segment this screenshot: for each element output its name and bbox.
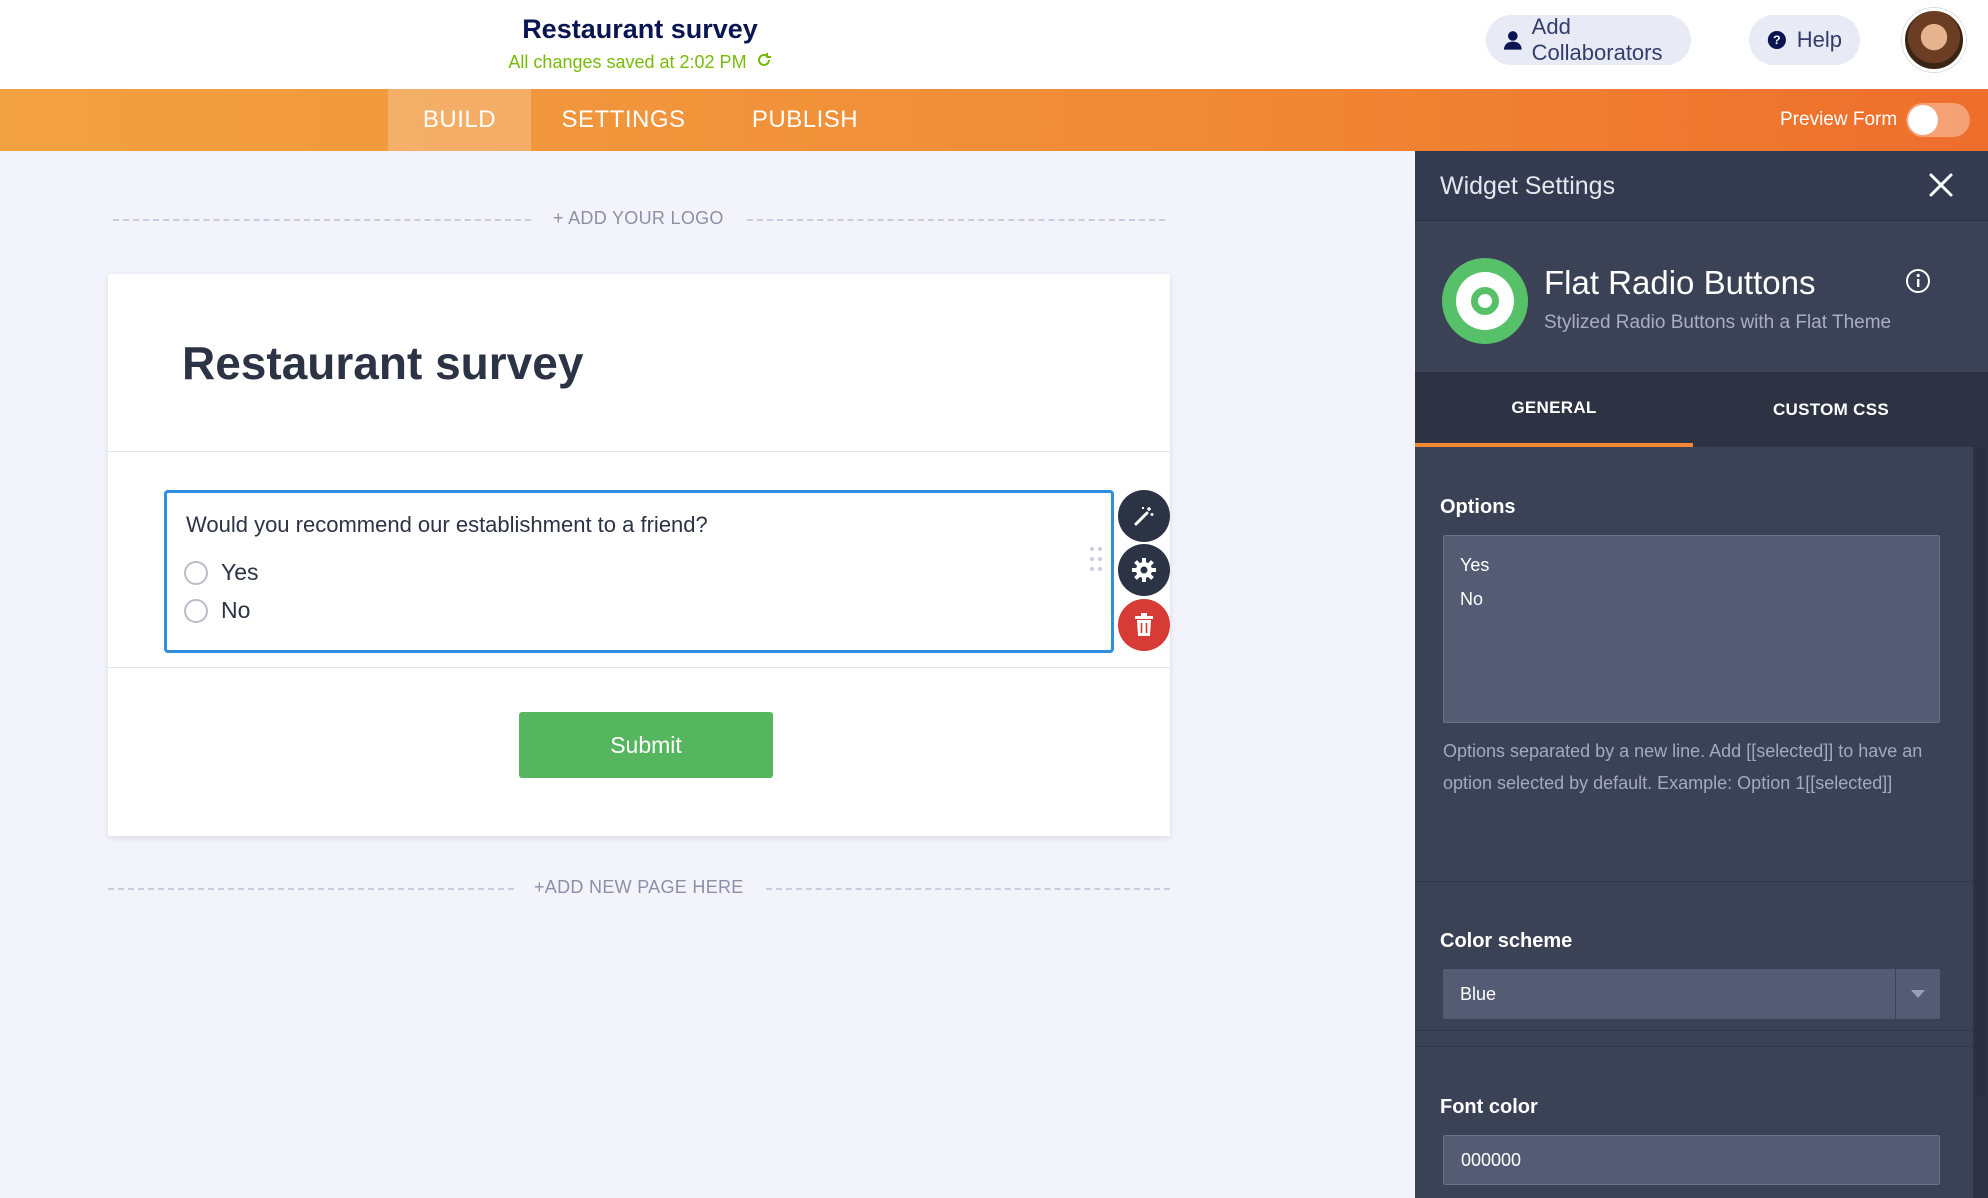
tab-publish[interactable]: PUBLISH: [716, 89, 894, 151]
preview-form-toggle[interactable]: [1906, 103, 1970, 137]
add-collaborators-label: Add Collaborators: [1531, 14, 1663, 65]
panel-header: Widget Settings: [1415, 151, 1988, 221]
options-textarea[interactable]: Yes No: [1443, 535, 1940, 723]
question-icon: ?: [1767, 30, 1786, 50]
options-label: Options: [1440, 496, 1516, 518]
preview-form-label: Preview Form: [1780, 109, 1898, 130]
radio-yes[interactable]: [184, 560, 208, 585]
logo-divider-left: [113, 219, 531, 221]
options-help-text: Options separated by a new line. Add [[s…: [1443, 741, 1923, 793]
avatar[interactable]: [1902, 8, 1966, 72]
question-field-selected[interactable]: Would you recommend our establishment to…: [164, 490, 1114, 653]
trash-icon: [1135, 613, 1153, 636]
tab-custom-css[interactable]: CUSTOM CSS: [1692, 372, 1970, 447]
panel-title: Widget Settings: [1440, 172, 1616, 200]
help-label: Help: [1796, 27, 1842, 52]
submit-button[interactable]: Submit: [519, 712, 773, 778]
builder-navbar: BUILD SETTINGS PUBLISH Preview Form: [0, 89, 1988, 151]
user-icon: [1504, 31, 1522, 50]
section-divider-2: [1415, 1046, 1973, 1047]
info-icon[interactable]: [1905, 268, 1931, 294]
radio-widget-icon: [1442, 258, 1528, 344]
panel-scrollbar[interactable]: [1973, 447, 1988, 1198]
scrollbar-thumb[interactable]: [1975, 447, 1986, 1097]
wand-button[interactable]: [1118, 490, 1170, 542]
tab-build[interactable]: BUILD: [388, 89, 531, 151]
question-divider: [108, 667, 1170, 668]
document-title[interactable]: Restaurant survey: [0, 14, 1280, 45]
delete-button[interactable]: [1118, 599, 1170, 651]
widget-description: Stylized Radio Buttons with a Flat Theme: [1544, 312, 1892, 333]
add-collaborators-button[interactable]: Add Collaborators: [1486, 14, 1691, 65]
refresh-icon: [756, 52, 772, 73]
font-color-input[interactable]: 000000: [1443, 1135, 1940, 1185]
save-status: All changes saved at 2:02 PM: [0, 52, 1280, 73]
form-heading[interactable]: Restaurant survey: [182, 336, 583, 390]
widget-settings-panel: Widget Settings Flat Radio Buttons Styli…: [1415, 151, 1988, 1198]
magic-wand-icon: [1134, 507, 1154, 526]
settings-button[interactable]: [1118, 544, 1170, 596]
add-logo-link[interactable]: + ADD YOUR LOGO: [553, 208, 724, 229]
help-button[interactable]: ? Help: [1749, 15, 1860, 65]
tab-general[interactable]: GENERAL: [1415, 372, 1693, 447]
header-divider: [108, 451, 1170, 452]
font-color-label: Font color: [1440, 1096, 1538, 1118]
radio-no[interactable]: [184, 598, 208, 623]
page-divider-right: [766, 888, 1170, 890]
close-icon[interactable]: [1925, 169, 1957, 201]
section-divider: [1415, 881, 1973, 882]
option-no[interactable]: No: [184, 597, 250, 624]
save-status-text: All changes saved at 2:02 PM: [508, 52, 747, 72]
option-yes-label: Yes: [221, 559, 259, 585]
logo-divider-right: [747, 219, 1165, 221]
tab-settings[interactable]: SETTINGS: [531, 89, 716, 151]
option-yes[interactable]: Yes: [184, 559, 259, 586]
widget-name: Flat Radio Buttons: [1544, 264, 1816, 301]
widget-info: Flat Radio Buttons Stylized Radio Button…: [1415, 222, 1988, 372]
color-scheme-select[interactable]: Blue: [1443, 969, 1940, 1019]
question-label: Would you recommend our establishment to…: [186, 512, 708, 537]
add-new-page-link[interactable]: +ADD NEW PAGE HERE: [534, 877, 744, 898]
svg-text:?: ?: [1773, 33, 1781, 47]
panel-tabs: GENERAL CUSTOM CSS: [1415, 372, 1988, 447]
color-scheme-value: Blue: [1460, 983, 1497, 1004]
page-divider-left: [108, 888, 514, 890]
chevron-down-icon[interactable]: [1895, 969, 1940, 1019]
drag-handle-icon[interactable]: [1089, 545, 1103, 573]
gear-icon: [1132, 558, 1156, 582]
top-header: Restaurant survey All changes saved at 2…: [0, 0, 1988, 89]
color-scheme-label: Color scheme: [1440, 930, 1573, 952]
option-no-label: No: [221, 597, 251, 623]
